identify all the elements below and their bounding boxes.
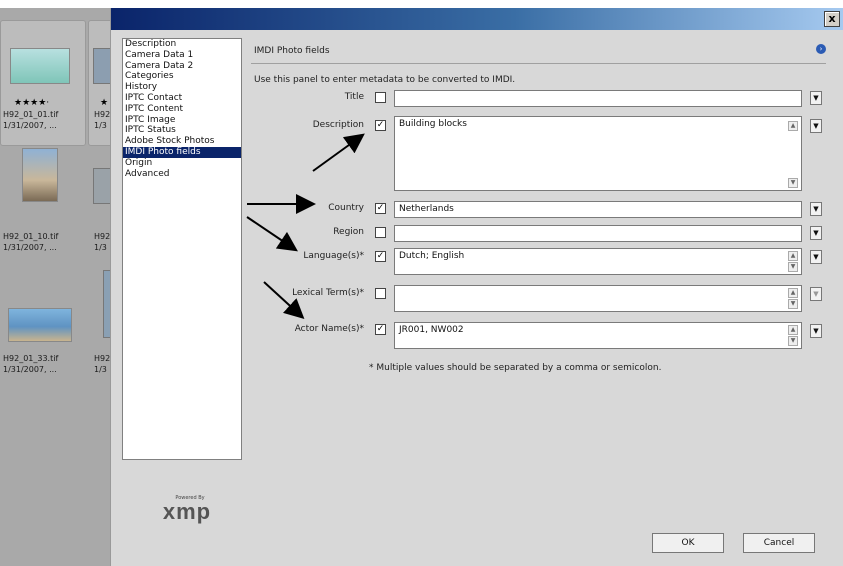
annotation-arrows — [246, 133, 365, 320]
arrow-to-lexical-terms — [263, 281, 305, 320]
arrow-to-description — [312, 133, 365, 172]
arrow-to-languages — [246, 216, 298, 252]
